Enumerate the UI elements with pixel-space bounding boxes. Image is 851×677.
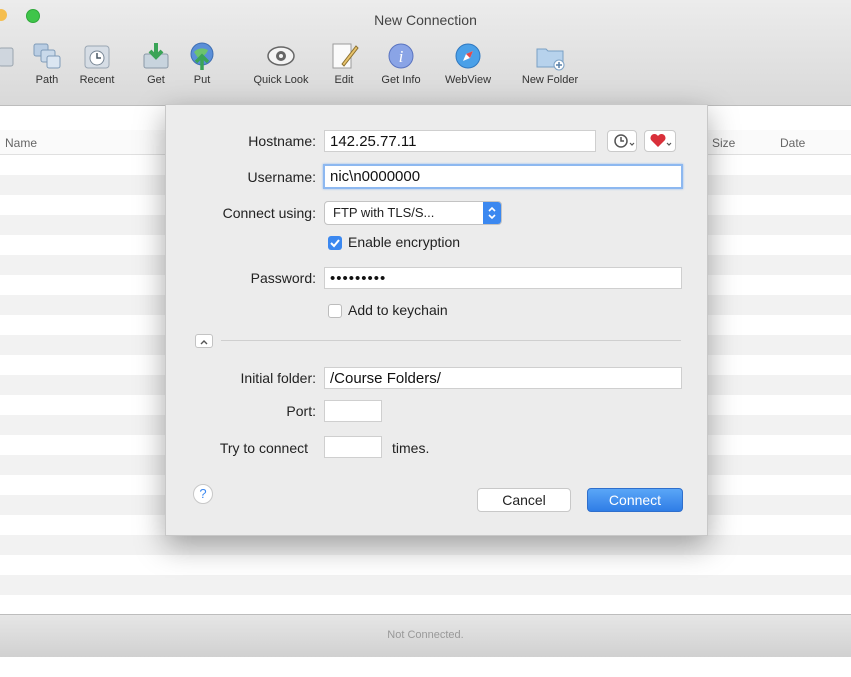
toolbar-item-partial[interactable]	[0, 40, 24, 72]
list-row	[0, 575, 851, 595]
history-button[interactable]	[607, 130, 637, 152]
options-divider	[221, 340, 681, 341]
enable-encryption-checkbox[interactable]	[328, 236, 342, 250]
checkmark-icon	[330, 239, 340, 248]
port-label: Port:	[286, 403, 316, 419]
password-field[interactable]: •••••••••	[324, 267, 682, 289]
app-window: New Connection Path Recent Get Put Quick…	[0, 0, 851, 677]
bookmark-button[interactable]	[644, 130, 676, 152]
toolbar-path-button[interactable]: Path	[28, 40, 66, 86]
protocol-popup-value: FTP with TLS/S...	[333, 205, 435, 220]
add-to-keychain-label: Add to keychain	[348, 302, 448, 318]
connection-status-text: Not Connected.	[387, 629, 464, 641]
column-name[interactable]: Name	[5, 136, 37, 150]
connect-button[interactable]: Connect	[587, 488, 683, 512]
toolbar-quick-look-label: Quick Look	[253, 74, 309, 86]
svg-text:i: i	[399, 47, 404, 66]
toolbar-quick-look-button[interactable]: Quick Look	[244, 40, 318, 86]
username-label: Username:	[247, 169, 316, 185]
put-icon	[190, 42, 214, 70]
times-label: times.	[392, 440, 430, 456]
popup-updown-arrows-icon	[483, 202, 501, 224]
recent-icon	[84, 45, 110, 69]
list-row	[0, 555, 851, 575]
enable-encryption-label: Enable encryption	[348, 234, 461, 250]
collapse-options-button[interactable]	[195, 334, 213, 348]
column-date[interactable]: Date	[780, 136, 805, 150]
toolbar-path-label: Path	[35, 74, 59, 86]
cancel-button[interactable]: Cancel	[477, 488, 571, 512]
help-question-icon: ?	[199, 486, 207, 501]
connection-icon	[0, 47, 14, 67]
try-connect-label: Try to connect	[219, 440, 308, 456]
new-folder-icon	[536, 48, 565, 71]
favorite-heart-icon	[650, 133, 672, 147]
add-to-keychain-checkbox[interactable]	[328, 304, 342, 318]
toolbar-get-label: Get	[147, 74, 165, 86]
path-icon	[33, 43, 61, 69]
title-bar: New Connection Path Recent Get Put Quick…	[0, 0, 851, 106]
initial-folder-field[interactable]: /Course Folders/	[324, 367, 682, 389]
column-size[interactable]: Size	[712, 136, 735, 150]
toolbar-webview-label: WebView	[444, 74, 492, 86]
hostname-label: Hostname:	[248, 133, 316, 149]
toolbar-get-button[interactable]: Get	[138, 40, 174, 86]
window-title: New Connection	[374, 12, 477, 28]
chevron-up-icon	[200, 340, 208, 345]
password-label: Password:	[250, 270, 316, 286]
history-clock-icon	[614, 134, 635, 148]
new-connection-sheet: Hostname: 142.25.77.11 Username: nic\n00…	[165, 104, 708, 536]
username-field[interactable]: nic\n0000000	[323, 164, 683, 189]
edit-icon	[332, 43, 359, 69]
hostname-field[interactable]: 142.25.77.11	[324, 130, 596, 152]
toolbar-webview-button[interactable]: WebView	[438, 40, 498, 86]
toolbar-put-button[interactable]: Put	[186, 40, 218, 86]
retry-count-field[interactable]	[324, 436, 382, 458]
initial-folder-label: Initial folder:	[240, 370, 316, 386]
toolbar-recent-button[interactable]: Recent	[74, 40, 120, 86]
toolbar-recent-label: Recent	[79, 74, 115, 86]
toolbar-edit-button[interactable]: Edit	[328, 40, 360, 86]
toolbar-get-info-label: Get Info	[381, 74, 421, 86]
list-row	[0, 535, 851, 555]
toolbar-edit-label: Edit	[334, 74, 354, 86]
quick-look-icon	[267, 46, 295, 66]
port-field[interactable]	[324, 400, 382, 422]
webview-icon	[455, 43, 481, 69]
connect-using-label: Connect using:	[222, 205, 316, 221]
help-button[interactable]: ?	[193, 484, 213, 504]
toolbar-put-label: Put	[193, 74, 211, 86]
toolbar-get-info-button[interactable]: i Get Info	[374, 40, 428, 86]
toolbar-new-folder-button[interactable]: New Folder	[514, 40, 586, 86]
get-info-icon: i	[388, 43, 414, 69]
protocol-popup[interactable]: FTP with TLS/S...	[324, 201, 502, 225]
bottom-edge	[0, 657, 851, 677]
get-icon	[143, 43, 169, 69]
toolbar-new-folder-label: New Folder	[521, 74, 579, 86]
status-bar: Not Connected.	[0, 614, 851, 658]
